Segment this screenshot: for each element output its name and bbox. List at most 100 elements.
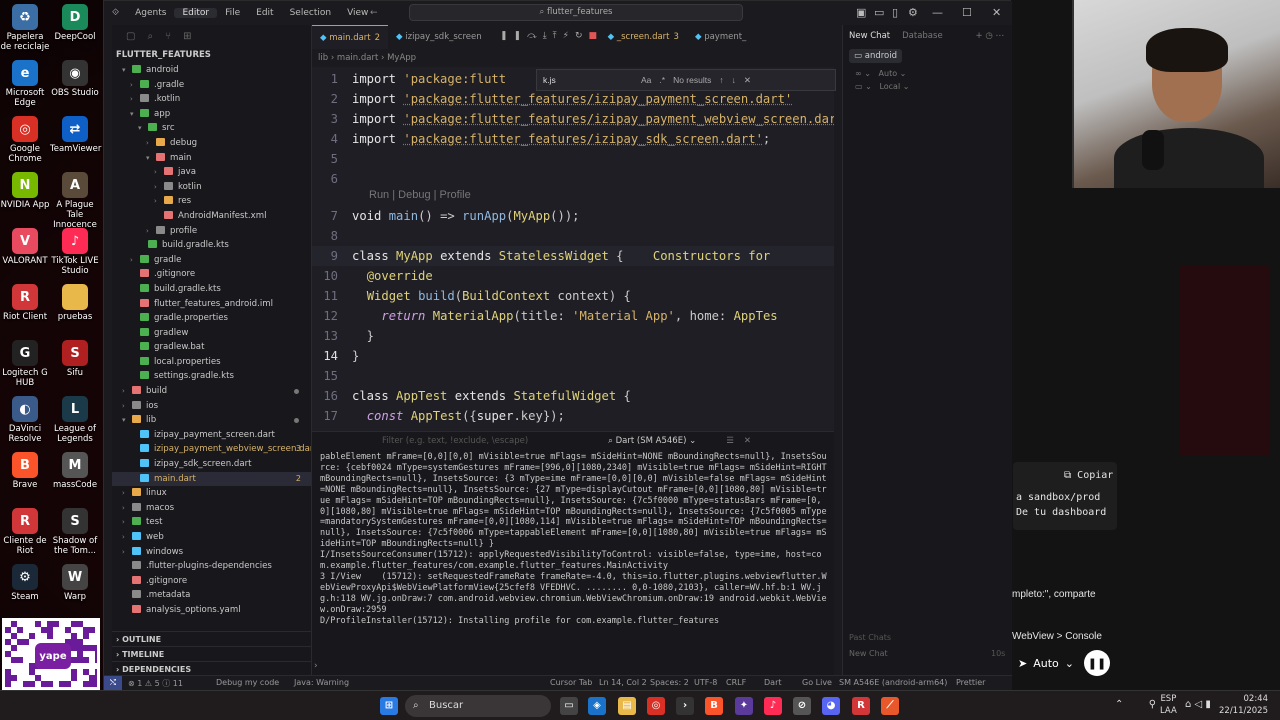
source-control-icon[interactable]: ⑂: [165, 31, 171, 42]
tree-item[interactable]: › test: [112, 515, 311, 530]
tree-item[interactable]: › windows: [112, 545, 311, 560]
tree-item[interactable]: ▾ lib: [112, 413, 311, 428]
tree-item[interactable]: .gitignore: [112, 267, 311, 282]
tree-item[interactable]: build.gradle.kts: [112, 282, 311, 297]
app-icon[interactable]: ✦: [735, 697, 753, 715]
code-line[interactable]: 14}: [312, 346, 834, 366]
eol-status[interactable]: CRLF: [726, 678, 746, 687]
match-case-icon[interactable]: Aa: [641, 75, 651, 85]
desktop-shortcut[interactable]: S Sifu: [50, 340, 100, 378]
desktop-shortcut[interactable]: V VALORANT: [0, 228, 50, 266]
riot-icon[interactable]: R: [852, 697, 870, 715]
tree-item[interactable]: › ios: [112, 399, 311, 414]
tree-item[interactable]: izipay_payment_webview_screen.dart 3: [112, 442, 311, 457]
prettier-status[interactable]: Prettier: [956, 678, 985, 687]
tree-item[interactable]: gradle.properties: [112, 311, 311, 326]
desktop-shortcut[interactable]: ◉ OBS Studio: [50, 60, 100, 98]
tree-item[interactable]: › web: [112, 530, 311, 545]
chrome-icon[interactable]: ◎: [647, 697, 665, 715]
close-find-icon[interactable]: ✕: [744, 75, 751, 86]
tree-item[interactable]: › res: [112, 194, 311, 209]
prev-match-icon[interactable]: ↑: [719, 75, 723, 85]
problems-count[interactable]: ⊗ 1 ⚠ 5 ⓘ 11: [128, 678, 183, 689]
desktop-shortcut[interactable]: R Riot Client: [0, 284, 50, 322]
dependencies-section[interactable]: › DEPENDENCIES: [112, 661, 311, 675]
code-line[interactable]: 15: [312, 366, 834, 386]
tree-item[interactable]: .metadata: [112, 588, 311, 603]
menu-file[interactable]: File: [217, 8, 248, 18]
local-select[interactable]: ▭ ⌄ Local ⌄: [843, 82, 1012, 91]
go-live-button[interactable]: Go Live: [802, 678, 832, 687]
tree-item[interactable]: analysis_options.yaml: [112, 603, 311, 618]
tree-item[interactable]: izipay_payment_screen.dart: [112, 428, 311, 443]
brave-icon[interactable]: B: [705, 697, 723, 715]
panel-icon[interactable]: ▭: [874, 6, 884, 19]
tree-item[interactable]: settings.gradle.kts: [112, 369, 311, 384]
editor-tab[interactable]: ◆ _screen.dart 3: [600, 25, 687, 49]
copilot-icon[interactable]: ◈: [588, 697, 606, 715]
taskbar-search[interactable]: ⌕ Buscar: [405, 695, 551, 717]
device-select[interactable]: ⌕ Dart (SM A546E) ⌄: [608, 436, 696, 446]
code-lens[interactable]: Run | Debug | Profile: [369, 189, 471, 201]
find-widget[interactable]: k.js Aa .* No results ↑ ↓ ✕: [536, 69, 836, 91]
model-select[interactable]: ∞ ⌄ Auto ⌄: [843, 69, 1012, 78]
tree-item[interactable]: › gradle: [112, 253, 311, 268]
close-icon[interactable]: ✕: [992, 6, 1001, 19]
tree-item[interactable]: AndroidManifest.xml: [112, 209, 311, 224]
desktop-shortcut[interactable]: AA Plague Tale Innocence: [50, 172, 100, 230]
tiktok-icon[interactable]: ♪: [764, 697, 782, 715]
settings-icon[interactable]: ⚙: [908, 6, 918, 19]
files-icon[interactable]: ▢: [126, 31, 135, 42]
network-volume-icons[interactable]: ⌂ ◁ ▮: [1185, 699, 1211, 710]
console-prompt[interactable]: ›: [314, 661, 318, 671]
clear-console-icon[interactable]: ☰: [726, 436, 734, 446]
context-chip[interactable]: ▭ android: [849, 49, 902, 63]
maximize-icon[interactable]: ☐: [962, 6, 972, 19]
start-icon[interactable]: ⊞: [380, 697, 398, 715]
code-line[interactable]: 7 void main() => runApp(MyApp());: [312, 206, 834, 226]
remote-icon[interactable]: ⤭: [104, 676, 122, 690]
code-line[interactable]: 2 import 'package:flutter_features/izipay…: [312, 89, 834, 109]
tree-item[interactable]: › debug: [112, 136, 311, 151]
tree-item[interactable]: › macos: [112, 501, 311, 516]
auto-mode-button[interactable]: ➤ Auto ⌄: [1010, 650, 1080, 676]
encoding-status[interactable]: UTF-8: [694, 678, 717, 687]
tray-icons[interactable]: ⌃ ⚲: [1115, 699, 1156, 710]
code-editor[interactable]: 1 import 'package:flutt 2 import 'package:f…: [312, 67, 834, 431]
back-arrow-icon[interactable]: ←: [370, 8, 378, 18]
code-line[interactable]: 13 }: [312, 326, 834, 346]
tree-item[interactable]: › java: [112, 165, 311, 180]
code-line[interactable]: 10 @override: [312, 266, 834, 286]
database-tab[interactable]: Database: [902, 31, 943, 41]
code-line[interactable]: 11 Widget build(BuildContext context) {: [312, 286, 834, 306]
tree-item[interactable]: ▾ src: [112, 121, 311, 136]
menu-edit[interactable]: Edit: [248, 8, 281, 18]
add-chat-icon[interactable]: + ◷ ⋯: [976, 31, 1004, 41]
code-line[interactable]: 3 import 'package:flutter_features/izipay…: [312, 109, 834, 129]
task-view-icon[interactable]: ▭: [560, 697, 578, 715]
desktop-shortcut[interactable]: ⚙ Steam: [0, 564, 50, 602]
desktop-shortcut[interactable]: G Logitech G HUB: [0, 340, 50, 388]
desktop-shortcut[interactable]: L League of Legends: [50, 396, 100, 444]
tree-item[interactable]: › build: [112, 384, 311, 399]
debug-status[interactable]: Debug my code: [216, 678, 279, 687]
tree-item[interactable]: main.dart 2: [112, 471, 311, 487]
desktop-shortcut[interactable]: MmassCode: [50, 452, 100, 490]
desktop-shortcut[interactable]: ◐ DaVinci Resolve: [0, 396, 50, 444]
extensions-icon[interactable]: ⊞: [183, 31, 191, 42]
code-line[interactable]: 8: [312, 226, 834, 246]
device-status[interactable]: SM A546E (android-arm64): [839, 678, 947, 687]
desktop-shortcut[interactable]: R Cliente de Riot: [0, 508, 50, 556]
desktop-shortcut[interactable]: e Microsoft Edge: [0, 60, 50, 108]
tree-item[interactable]: › profile: [112, 224, 311, 239]
desktop-shortcut[interactable]: D DeepCool: [50, 4, 100, 42]
tree-item[interactable]: › kotlin: [112, 180, 311, 195]
timeline-section[interactable]: › TIMELINE: [112, 646, 311, 661]
desktop-shortcut[interactable]: ♻ Papelera de reciclaje: [0, 4, 50, 52]
sidebar-icon[interactable]: ▯: [892, 6, 898, 19]
tree-item[interactable]: izipay_sdk_screen.dart: [112, 457, 311, 472]
indent-status[interactable]: Spaces: 2: [650, 678, 689, 687]
cursor-app-icon[interactable]: ⊘: [793, 697, 811, 715]
code-line[interactable]: 9 class MyApp extends StatelessWidget { C…: [312, 246, 834, 266]
java-status[interactable]: Java: Warning: [294, 678, 349, 687]
